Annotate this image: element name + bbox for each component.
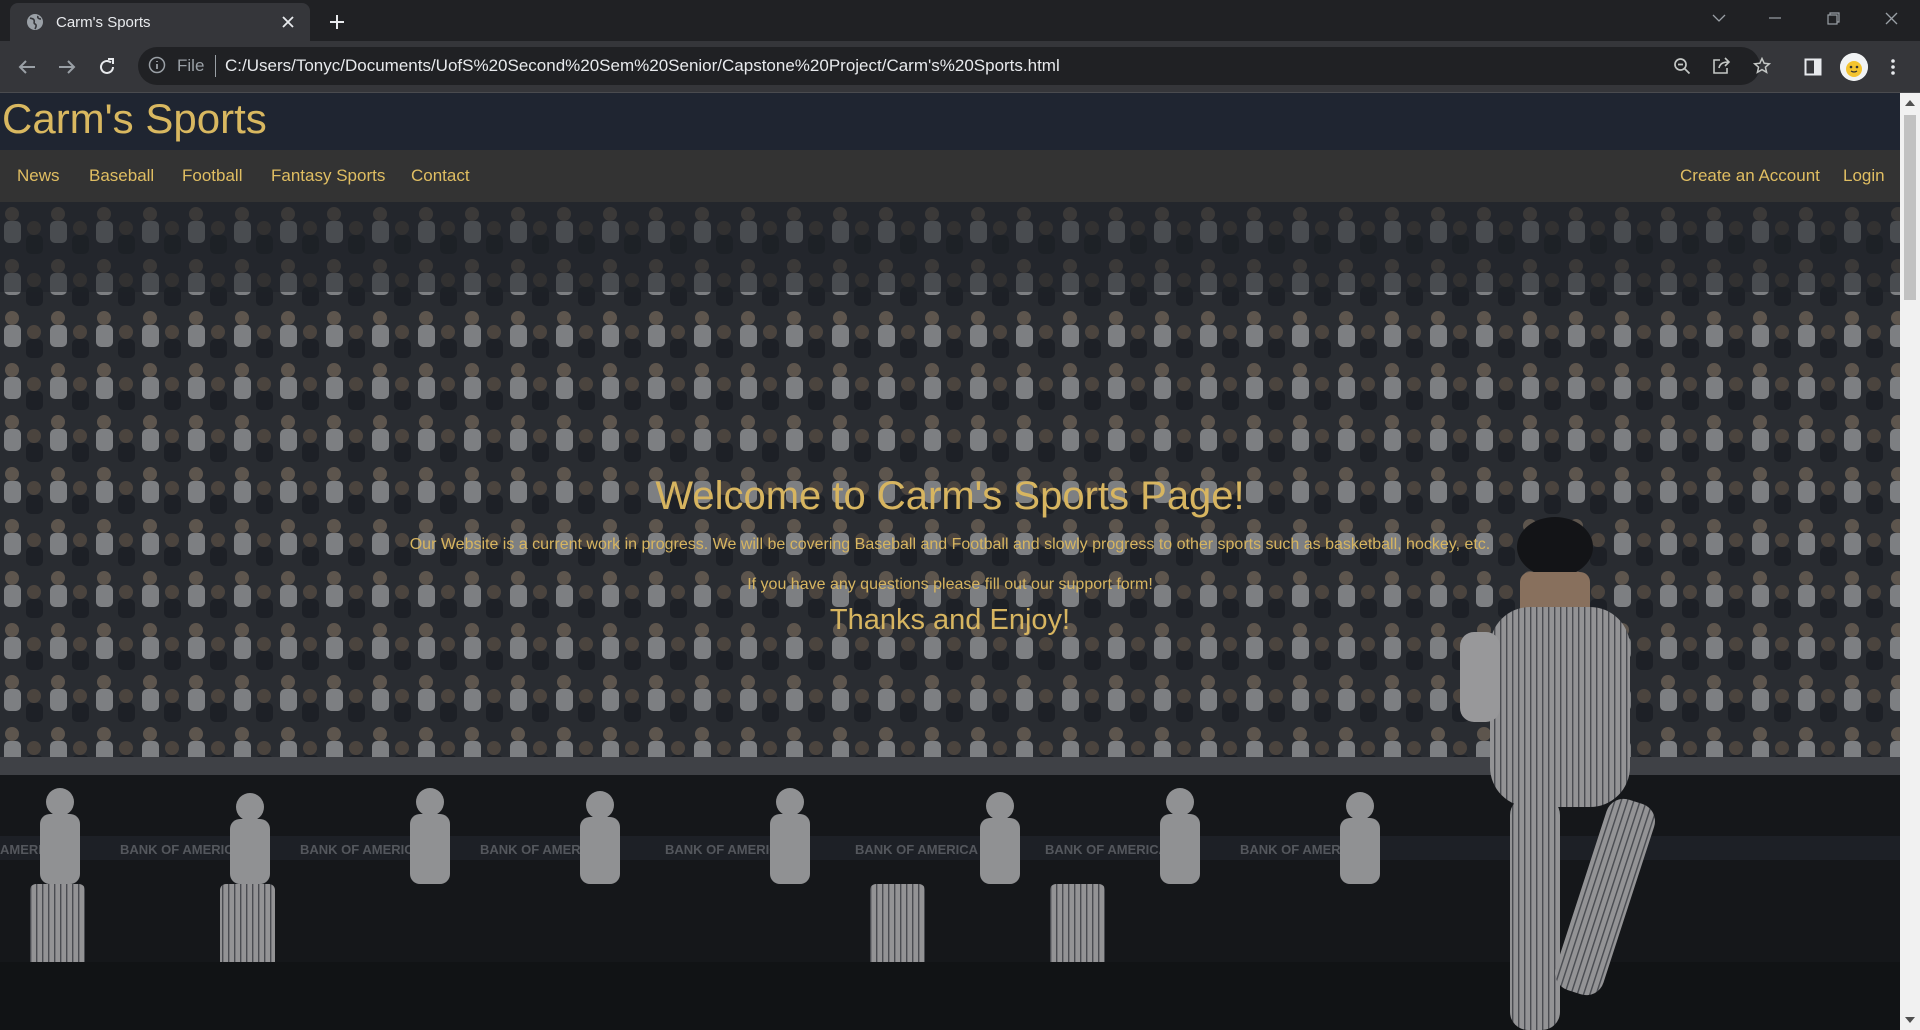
kebab-menu-icon[interactable]	[1876, 50, 1910, 84]
scroll-up-icon[interactable]	[1905, 98, 1915, 108]
plus-icon[interactable]	[322, 7, 352, 37]
nav-contact[interactable]: Contact	[411, 150, 470, 202]
info-icon[interactable]	[148, 56, 168, 76]
hero-heading: Welcome to Carm's Sports Page!	[655, 474, 1245, 518]
tab-title: Carm's Sports	[56, 13, 151, 31]
nav-news[interactable]: News	[17, 150, 60, 202]
back-arrow-icon[interactable]	[10, 50, 44, 84]
globe-icon	[26, 13, 44, 31]
nav-baseball[interactable]: Baseball	[89, 150, 154, 202]
avatar[interactable]	[1840, 53, 1868, 81]
site-header: Carm's Sports	[0, 93, 1900, 150]
share-icon[interactable]	[1710, 54, 1734, 78]
nav-login[interactable]: Login	[1843, 150, 1885, 202]
scheme-label: File	[177, 56, 205, 75]
website: Carm's Sports News Baseball Football Fan…	[0, 93, 1900, 1030]
site-title: Carm's Sports	[2, 95, 267, 142]
close-icon[interactable]	[274, 8, 302, 36]
scroll-down-icon[interactable]	[1905, 1015, 1915, 1025]
hero-paragraph: Our Website is a current work in progres…	[409, 536, 1491, 553]
browser-toolbar: File C:/Users/Tonyc/Documents/UofS%20Sec…	[0, 41, 1920, 93]
window-close-icon[interactable]	[1868, 0, 1914, 36]
url-text[interactable]: C:/Users/Tonyc/Documents/UofS%20Second%2…	[225, 56, 1060, 76]
vertical-scrollbar[interactable]	[1900, 93, 1920, 1030]
nav-create-account[interactable]: Create an Account	[1680, 150, 1820, 202]
star-icon[interactable]	[1750, 54, 1774, 78]
nav-fantasy-sports[interactable]: Fantasy Sports	[271, 150, 385, 202]
tab-strip: Carm's Sports	[0, 0, 1920, 41]
hero-section: AMERICA BANK OF AMERICA BANK OF AMERICA …	[0, 202, 1900, 1030]
zoom-icon[interactable]	[1670, 54, 1694, 78]
omnibox-divider	[215, 55, 216, 77]
scrollbar-thumb[interactable]	[1904, 115, 1916, 300]
side-panel-icon[interactable]	[1796, 50, 1830, 84]
chevron-down-icon[interactable]	[1696, 0, 1742, 36]
browser-tab[interactable]: Carm's Sports	[10, 3, 310, 41]
hero-subheading: Thanks and Enjoy!	[829, 604, 1071, 636]
site-nav: News Baseball Football Fantasy Sports Co…	[0, 150, 1900, 202]
nav-football[interactable]: Football	[182, 150, 242, 202]
minimize-icon[interactable]	[1752, 0, 1798, 36]
forward-arrow-icon[interactable]	[50, 50, 84, 84]
reload-icon[interactable]	[90, 50, 124, 84]
hero-support-note: If you have any questions please fill ou…	[747, 576, 1153, 593]
page-viewport: Carm's Sports News Baseball Football Fan…	[0, 93, 1920, 1030]
restore-icon[interactable]	[1810, 0, 1856, 36]
address-bar[interactable]: File C:/Users/Tonyc/Documents/UofS%20Sec…	[138, 47, 1771, 85]
